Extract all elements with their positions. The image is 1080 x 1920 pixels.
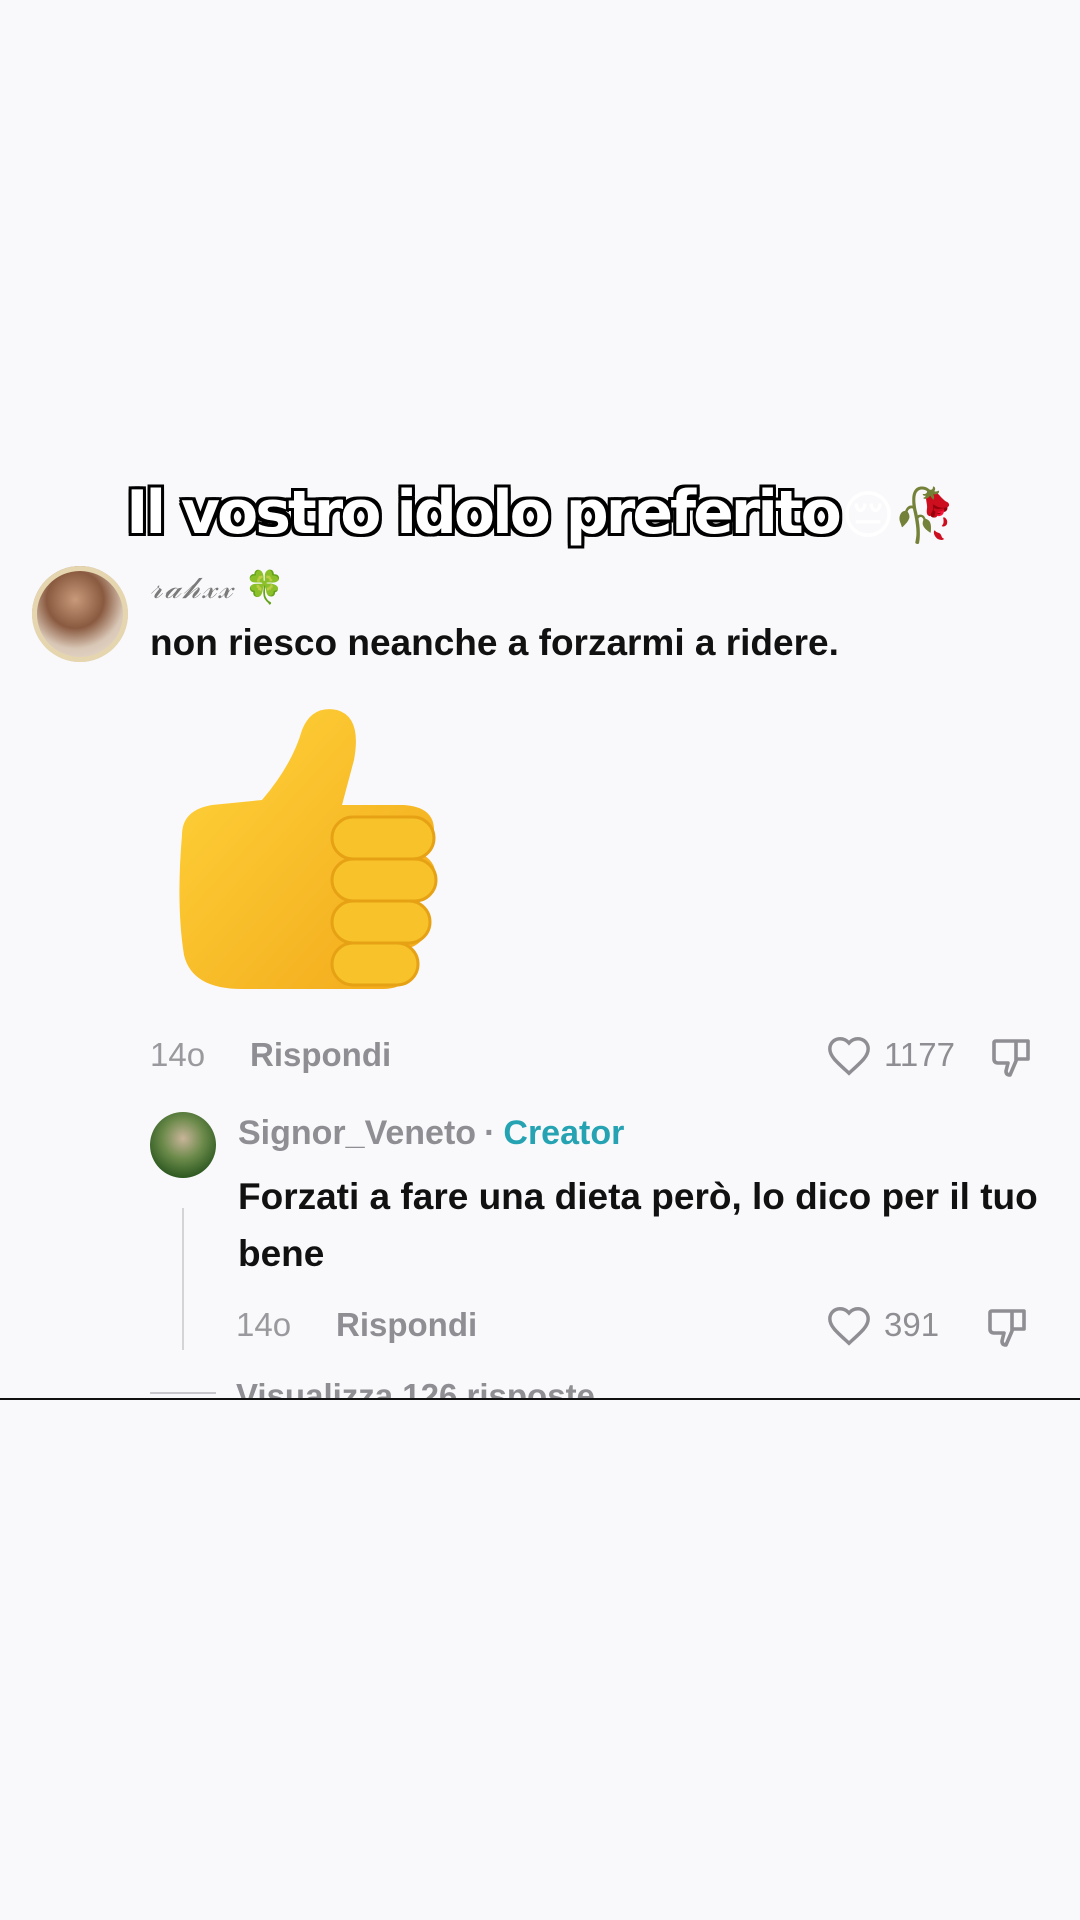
thumbs-up-sticker (179, 709, 438, 989)
comment-text: non riesco neanche a forzarmi a ridere. (150, 622, 839, 663)
chevron-down-icon: ⌄ (604, 1377, 632, 1399)
like-count: 1177 (884, 1036, 955, 1073)
dislike-icon[interactable] (988, 1033, 1036, 1081)
heart-icon[interactable] (826, 1033, 872, 1079)
like-count: 391 (884, 1306, 940, 1343)
heart-icon[interactable] (826, 1303, 872, 1349)
blank-area (0, 1400, 1080, 1920)
video-caption-overlay: Il vostro idolo preferito😔🥀 (0, 478, 1080, 548)
view-replies-label: Visualizza 126 risposte (236, 1377, 595, 1399)
username-text: 𝓇𝒶𝒽𝓍𝓍 (150, 571, 235, 606)
reply-username[interactable]: Signor_Veneto (238, 1114, 476, 1152)
caption-text: Il vostro idolo preferito (126, 478, 842, 548)
clover-emoji: 🍀 (244, 568, 287, 606)
avatar[interactable] (150, 1112, 216, 1178)
avatar[interactable] (32, 566, 128, 662)
thread-line (182, 1208, 184, 1350)
dislike-icon[interactable] (984, 1303, 1032, 1351)
reply-username-row: Signor_Veneto · Creator (238, 1114, 624, 1153)
creator-badge: Creator (503, 1114, 625, 1152)
reply-button[interactable]: Rispondi (250, 1036, 391, 1074)
comment-username[interactable]: 𝓇𝒶𝒽𝓍𝓍 🍀 (150, 568, 286, 606)
reply-button[interactable]: Rispondi (336, 1306, 477, 1344)
caption-emojis: 😔🥀 (840, 486, 957, 546)
reply-text: Forzati a fare una dieta però, lo dico p… (238, 1176, 1038, 1274)
comment-time: 14o (150, 1036, 206, 1073)
view-replies-link[interactable]: Visualizza 126 risposte ⌄ (236, 1376, 632, 1399)
separator-dot: · (484, 1114, 496, 1152)
view-replies-line (150, 1392, 216, 1394)
view-replies-row[interactable]: Visualizza 126 risposte ⌄ (0, 1370, 1080, 1399)
reply-time: 14o (236, 1306, 292, 1343)
